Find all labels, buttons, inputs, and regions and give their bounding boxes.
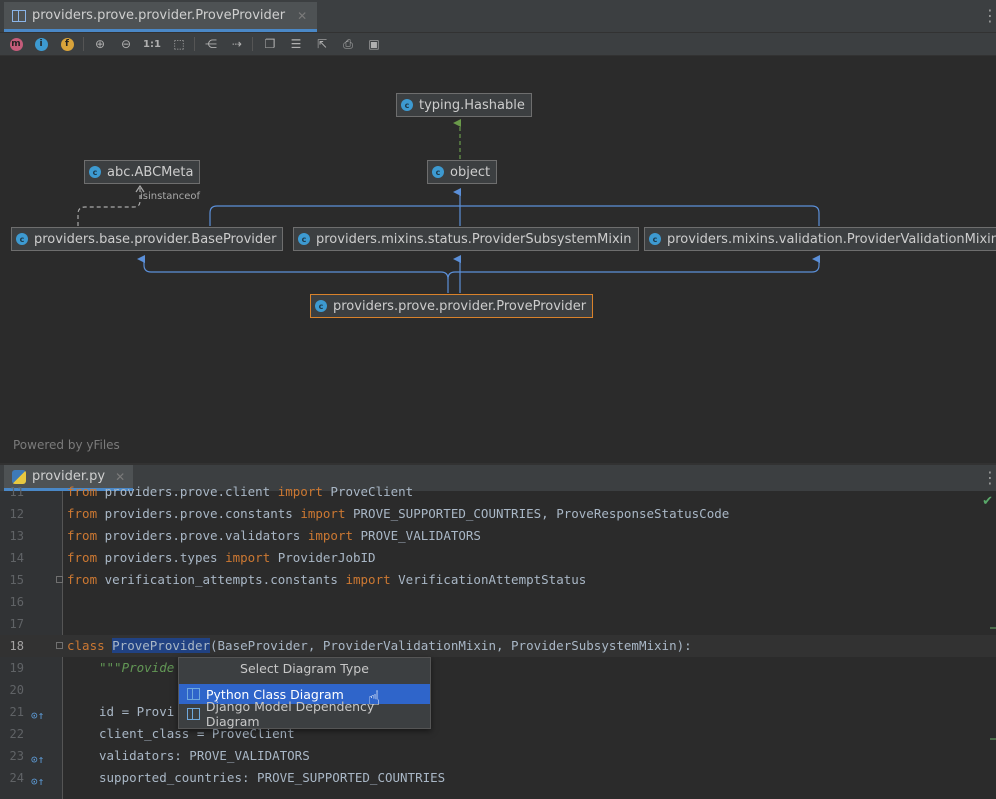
diagram-toolbar: m i f ⊕ ⊖ 1:1 ⬚ ⋲ ⇢ ❐ ☰ ⇱ ⎙ ▣: [0, 33, 996, 56]
hand-cursor-icon: ☝: [368, 686, 381, 710]
tab-diagram[interactable]: providers.prove.provider.ProveProvider ✕: [4, 2, 318, 32]
code-line: 20: [9, 683, 24, 697]
class-icon: c: [16, 233, 28, 245]
fit-content-icon[interactable]: ⬚: [170, 35, 188, 53]
close-tab-icon[interactable]: ✕: [297, 9, 307, 23]
scroll-marker: [990, 738, 996, 740]
code-line: 13 from providers.prove.validators impor…: [9, 528, 481, 543]
code-line: 22 client_class = ProveClient: [9, 726, 295, 741]
code-line: 24 ⊙↑ supported_countries: PROVE_SUPPORT…: [9, 770, 446, 788]
more-options-icon[interactable]: ⋮: [982, 6, 996, 25]
fold-marker-icon[interactable]: [56, 576, 63, 583]
code-line: 19 """Provide: [9, 660, 175, 675]
django-model-dependency-diagram-option[interactable]: Django Model Dependency Diagram: [179, 699, 430, 729]
code-line: 16: [9, 595, 24, 609]
export-icon[interactable]: ⇱: [313, 35, 331, 53]
edge-base-validation-object: [209, 205, 820, 226]
code-line: 17: [9, 617, 24, 631]
edge-base-abcmeta: [77, 187, 141, 226]
node-provider-validation-mixin[interactable]: c providers.mixins.validation.ProviderVa…: [644, 227, 996, 251]
class-icon: c: [401, 99, 413, 111]
zoom-in-icon[interactable]: ⊕: [91, 35, 109, 53]
class-icon: c: [649, 233, 661, 245]
print-icon[interactable]: ⎙: [339, 35, 357, 53]
node-provider-subsystem-mixin[interactable]: c providers.mixins.status.ProviderSubsys…: [293, 227, 639, 251]
tab-label: providers.prove.provider.ProveProvider: [32, 8, 286, 23]
save-icon[interactable]: ▣: [365, 35, 383, 53]
node-abc-abcmeta[interactable]: c abc.ABCMeta: [84, 160, 201, 184]
overrides-icon[interactable]: ⊙↑: [31, 749, 45, 766]
apply-layout-icon[interactable]: ⇢: [228, 35, 246, 53]
edge-mode-icon[interactable]: ☰: [287, 35, 305, 53]
code-line: 21 ⊙↑ id = Provi: [9, 704, 175, 722]
code-line: 11 from providers.prove.client import Pr…: [9, 484, 414, 499]
diagram-icon: [187, 688, 200, 700]
show-methods-button[interactable]: m: [7, 35, 25, 53]
class-icon: c: [298, 233, 310, 245]
powered-by-label: Powered by yFiles: [13, 438, 120, 452]
class-name-selection: ProveProvider: [112, 638, 210, 653]
overrides-icon[interactable]: ⊙↑: [31, 705, 45, 722]
show-fields-button[interactable]: f: [58, 35, 76, 53]
node-prove-provider[interactable]: c providers.prove.provider.ProveProvider: [310, 294, 594, 318]
edge-prove-base: [137, 255, 449, 293]
select-diagram-type-popup: Select Diagram Type Python Class Diagram…: [178, 657, 431, 729]
edge-prove-validation: [447, 255, 820, 280]
node-object[interactable]: c object: [427, 160, 498, 184]
code-editor[interactable]: 11 from providers.prove.client import Pr…: [0, 484, 996, 799]
popup-title: Select Diagram Type: [240, 661, 369, 676]
show-properties-button[interactable]: i: [32, 35, 50, 53]
code-line: 23 ⊙↑ validators: PROVE_VALIDATORS: [9, 748, 310, 766]
zoom-out-icon[interactable]: ⊖: [117, 35, 135, 53]
diagram-icon: [187, 708, 200, 720]
class-icon: c: [432, 166, 444, 178]
inspection-ok-icon[interactable]: ✔: [982, 494, 993, 509]
code-line-current: 18 class ProveProvider(BaseProvider, Pro…: [0, 635, 996, 657]
code-line: 15 from verification_attempts.constants …: [9, 572, 587, 587]
actual-size-button[interactable]: 1:1: [142, 35, 162, 53]
code-line: 12 from providers.prove.constants import…: [9, 506, 730, 521]
diagram-tab-bar: providers.prove.provider.ProveProvider ✕…: [0, 0, 996, 33]
class-icon: c: [315, 300, 327, 312]
overrides-icon[interactable]: ⊙↑: [31, 771, 45, 788]
edge-label-isinstanceof: isinstanceof: [140, 191, 200, 202]
code-line: 14 from providers.types import ProviderJ…: [9, 550, 376, 565]
diagram-canvas[interactable]: isinstanceof c typing.Hashable c abc.ABC…: [0, 56, 996, 463]
diagram-file-icon: [12, 9, 26, 22]
diagram-edges: isinstanceof: [77, 119, 820, 293]
node-base-provider[interactable]: c providers.base.provider.BaseProvider: [11, 227, 284, 251]
scroll-marker: [990, 627, 996, 629]
fold-marker-icon[interactable]: [56, 642, 63, 649]
copy-diagram-icon[interactable]: ❐: [261, 35, 279, 53]
node-typing-hashable[interactable]: c typing.Hashable: [396, 93, 532, 117]
class-icon: c: [89, 166, 101, 178]
layout-icon[interactable]: ⋲: [202, 35, 220, 53]
